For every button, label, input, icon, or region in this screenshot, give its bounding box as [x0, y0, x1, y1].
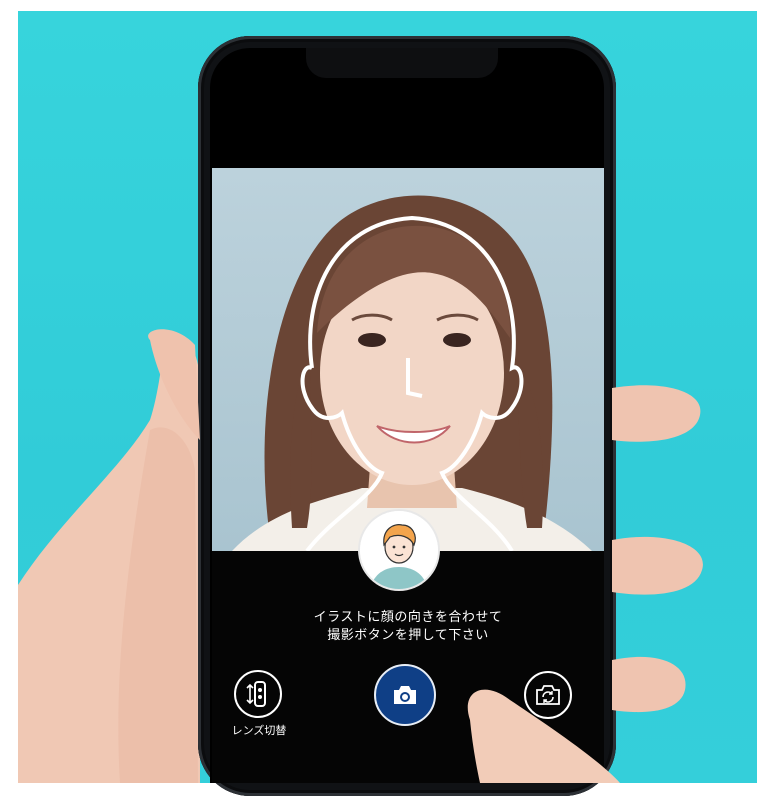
hand-fingers: [148, 329, 703, 783]
